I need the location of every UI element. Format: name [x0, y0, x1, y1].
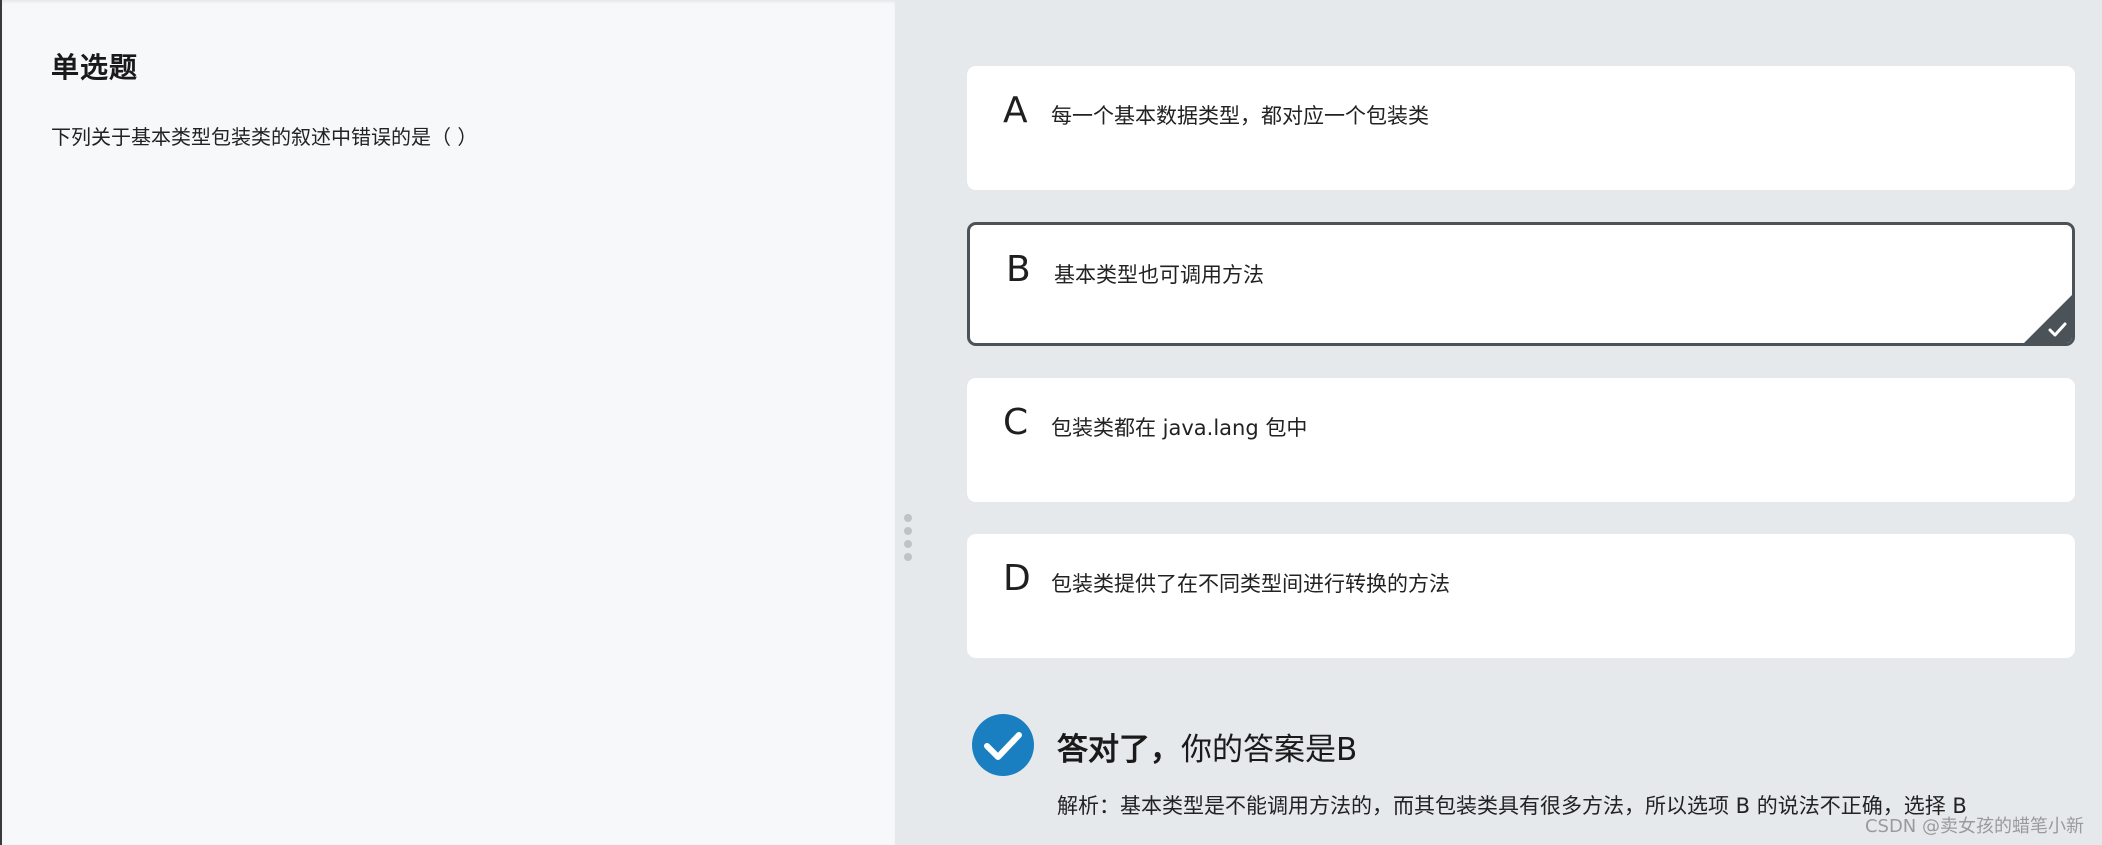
option-letter: B [1006, 249, 1031, 290]
result-answer: 你的答案是B [1181, 732, 1358, 768]
question-text: 下列关于基本类型包装类的叙述中错误的是（ ） [51, 125, 478, 149]
option-text: 每一个基本数据类型，都对应一个包装类 [1051, 104, 1429, 128]
option-text: 包装类都在 java.lang 包中 [1051, 416, 1308, 440]
answer-analysis: 解析：基本类型是不能调用方法的，而其包装类具有很多方法，所以选项 B 的说法不正… [1057, 794, 1967, 818]
option-a[interactable]: A 每一个基本数据类型，都对应一个包装类 [967, 66, 2075, 190]
check-circle-icon [972, 714, 1034, 776]
option-text: 包装类提供了在不同类型间进行转换的方法 [1051, 572, 1450, 596]
drag-dot-icon [904, 540, 912, 548]
option-letter: D [1003, 558, 1031, 599]
pane-splitter-handle[interactable] [903, 514, 913, 574]
selected-check-corner-icon [2024, 295, 2072, 343]
drag-dot-icon [904, 527, 912, 535]
drag-dot-icon [904, 553, 912, 561]
result-status: 答对了， [1057, 732, 1181, 768]
result-title: 答对了，你的答案是B [1057, 724, 1357, 769]
watermark: CSDN @卖女孩的蜡笔小新 [1864, 816, 2084, 837]
option-letter: A [1003, 90, 1028, 131]
drag-dot-icon [904, 514, 912, 522]
option-d[interactable]: D 包装类提供了在不同类型间进行转换的方法 [967, 534, 2075, 658]
question-panel: 单选题 下列关于基本类型包装类的叙述中错误的是（ ） [0, 0, 895, 845]
option-c[interactable]: C 包装类都在 java.lang 包中 [967, 378, 2075, 502]
option-b[interactable]: B 基本类型也可调用方法 [967, 222, 2075, 346]
option-letter: C [1003, 402, 1029, 443]
question-type-title: 单选题 [51, 51, 139, 84]
option-text: 基本类型也可调用方法 [1054, 263, 1264, 287]
